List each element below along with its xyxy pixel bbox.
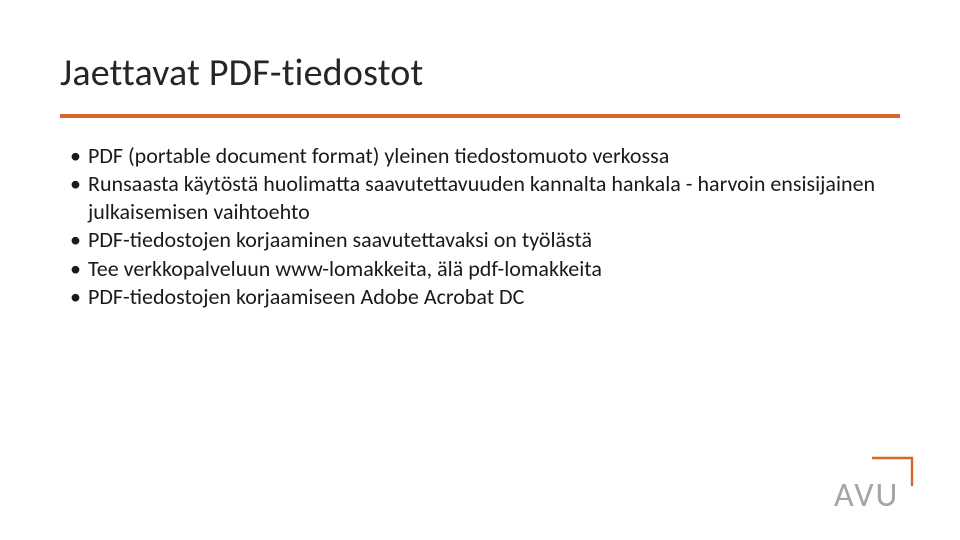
title-block: Jaettavat PDF-tiedostot — [60, 50, 900, 118]
slide-container: Jaettavat PDF-tiedostot PDF (portable do… — [0, 0, 960, 540]
list-item: Tee verkkopalveluun www-lomakkeita, älä … — [70, 255, 900, 283]
list-item: PDF-tiedostojen korjaaminen saavutettava… — [70, 226, 900, 254]
list-item: PDF-tiedostojen korjaamiseen Adobe Acrob… — [70, 283, 900, 311]
logo: AVU — [828, 456, 916, 512]
title-underline — [60, 114, 900, 118]
logo-icon: AVU — [828, 456, 916, 512]
list-item: PDF (portable document format) yleinen t… — [70, 142, 900, 170]
bullet-list: PDF (portable document format) yleinen t… — [60, 142, 900, 311]
list-item: Runsaasta käytöstä huolimatta saavutetta… — [70, 170, 900, 226]
slide-title: Jaettavat PDF-tiedostot — [60, 50, 900, 114]
logo-text: AVU — [834, 475, 899, 512]
